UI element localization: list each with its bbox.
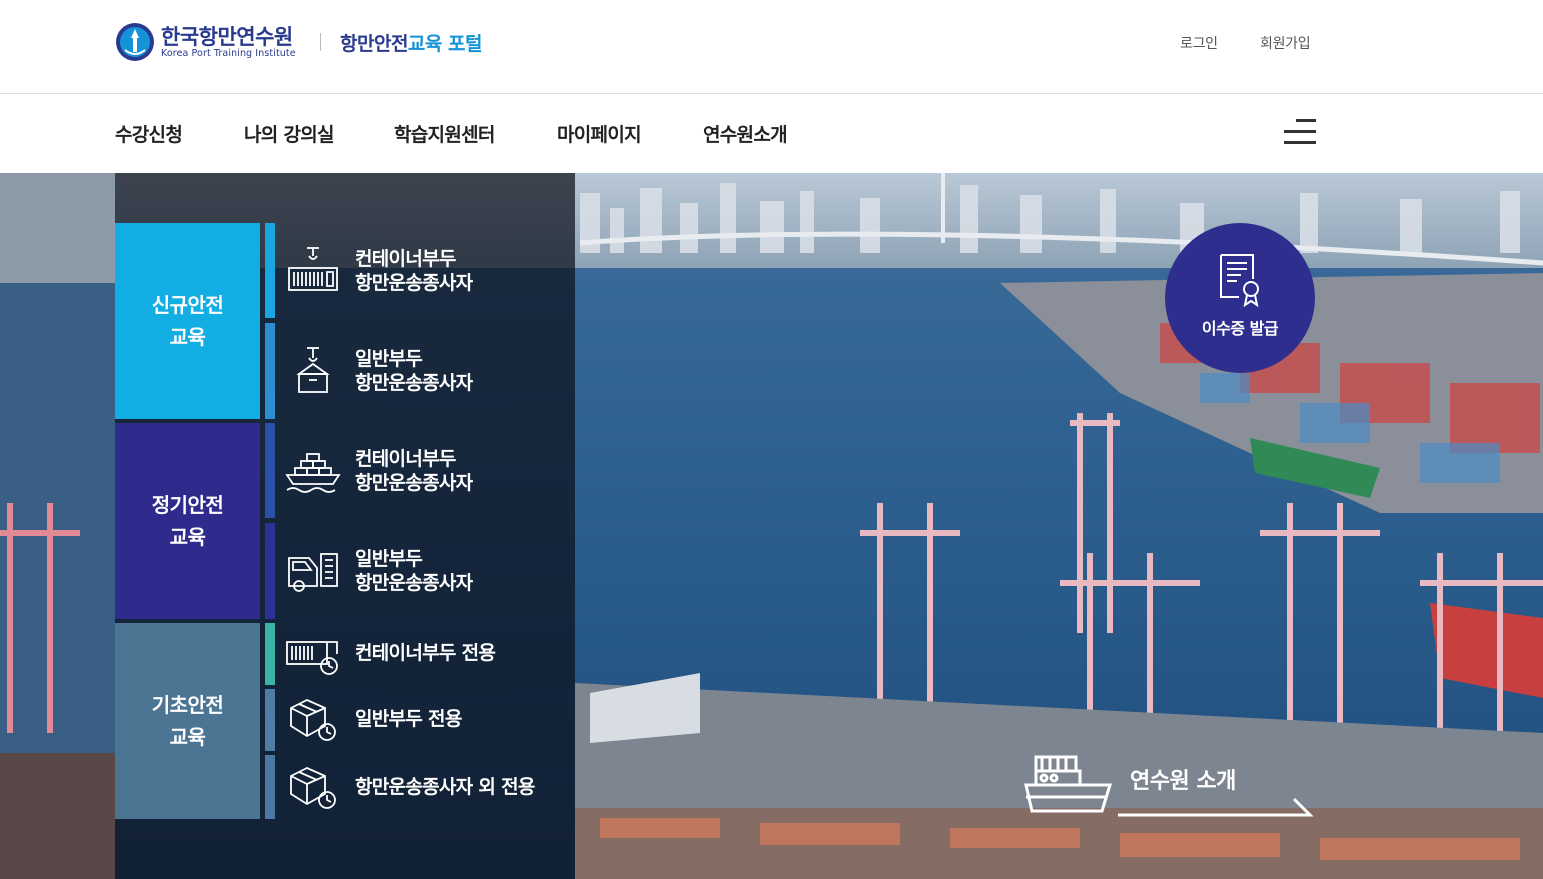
emblem-logo-icon — [116, 23, 154, 61]
portal-title-highlight: 교육 포털 — [407, 33, 483, 55]
header-divider — [320, 33, 321, 51]
course-label: 항만운송종사자 외 전용 — [355, 776, 535, 798]
course-accent-bar — [265, 423, 275, 518]
course-basic-container-port[interactable]: 컨테이너부두 전용 — [285, 628, 496, 678]
logo-title: 한국항만연수원 — [161, 24, 293, 49]
portal-title-main: 항만안전 — [340, 33, 408, 55]
category-label: 정기안전 교육 — [151, 493, 224, 549]
portal-title[interactable]: 항만안전교육 포털 — [340, 29, 482, 56]
certificate-label: 이수증 발급 — [1201, 319, 1279, 338]
category-basic-safety-education[interactable]: 기초안전 교육 — [115, 623, 260, 819]
category-regular-safety-education[interactable]: 정기안전 교육 — [115, 423, 260, 619]
course-label: 일반부두 전용 — [355, 708, 462, 730]
certificate-issue-button[interactable]: 이수증 발급 — [1165, 223, 1315, 373]
truck-cargo-icon — [288, 553, 338, 592]
cargo-crane-icon — [296, 347, 330, 393]
course-label: 컨테이너부두 항만운송종사자 — [355, 248, 473, 294]
arrow-line-icon — [1118, 797, 1314, 817]
nav-item-my-classroom[interactable]: 나의 강의실 — [244, 120, 335, 147]
nav-item-learning-support[interactable]: 학습지원센터 — [394, 120, 495, 147]
course-regular-general-port[interactable]: 일반부두 항만운송종사자 — [285, 546, 473, 596]
ship-icon — [1024, 755, 1113, 813]
course-accent-bar — [265, 323, 275, 419]
login-link[interactable]: 로그인 — [1180, 33, 1218, 53]
logo-subtitle: Korea Port Training Institute — [161, 47, 296, 59]
container-clock-icon — [286, 641, 338, 675]
course-accent-bar — [265, 623, 275, 685]
category-label: 신규안전 교육 — [151, 293, 224, 349]
nav-item-about[interactable]: 연수원소개 — [703, 120, 788, 147]
hero-section: 신규안전 교육 정기안전 교육 기초안전 교육 컨테이너부두 항만운송종사자 일… — [0, 173, 1543, 879]
nav-item-mypage[interactable]: 마이페이지 — [557, 120, 642, 147]
nav-item-course-registration[interactable]: 수강신청 — [115, 120, 183, 147]
course-label: 일반부두 항만운송종사자 — [355, 348, 473, 394]
category-label: 기초안전 교육 — [151, 693, 224, 749]
menu-icon[interactable] — [1284, 117, 1316, 147]
course-regular-container-port[interactable]: 컨테이너부두 항만운송종사자 — [285, 446, 473, 496]
container-crane-icon — [288, 247, 338, 291]
course-accent-bar — [265, 523, 275, 619]
box-clock-icon — [290, 699, 336, 741]
top-header: 한국항만연수원 Korea Port Training Institute 항만… — [0, 0, 1543, 94]
course-basic-general-port[interactable]: 일반부두 전용 — [285, 694, 462, 744]
main-nav: 수강신청 나의 강의실 학습지원센터 마이페이지 연수원소개 — [0, 95, 1543, 173]
course-label: 컨테이너부두 항만운송종사자 — [355, 448, 473, 494]
certificate-icon — [1220, 254, 1259, 307]
course-accent-bar — [265, 223, 275, 318]
course-label: 일반부두 항만운송종사자 — [355, 548, 473, 594]
course-accent-bar — [265, 689, 275, 751]
category-new-safety-education[interactable]: 신규안전 교육 — [115, 223, 260, 419]
box-clock-icon — [290, 767, 336, 809]
course-label: 컨테이너부두 전용 — [355, 642, 496, 664]
course-new-container-port[interactable]: 컨테이너부두 항만운송종사자 — [285, 246, 473, 296]
signup-link[interactable]: 회원가입 — [1260, 33, 1311, 53]
container-ship-icon — [285, 453, 341, 493]
course-accent-bar — [265, 755, 275, 819]
course-basic-non-port-worker[interactable]: 항만운송종사자 외 전용 — [285, 762, 535, 812]
institute-intro-label: 연수원 소개 — [1130, 769, 1236, 794]
site-logo[interactable]: 한국항만연수원 Korea Port Training Institute — [115, 22, 296, 62]
institute-intro-link[interactable]: 연수원 소개 — [1022, 751, 1317, 821]
course-new-general-port[interactable]: 일반부두 항만운송종사자 — [285, 346, 473, 396]
